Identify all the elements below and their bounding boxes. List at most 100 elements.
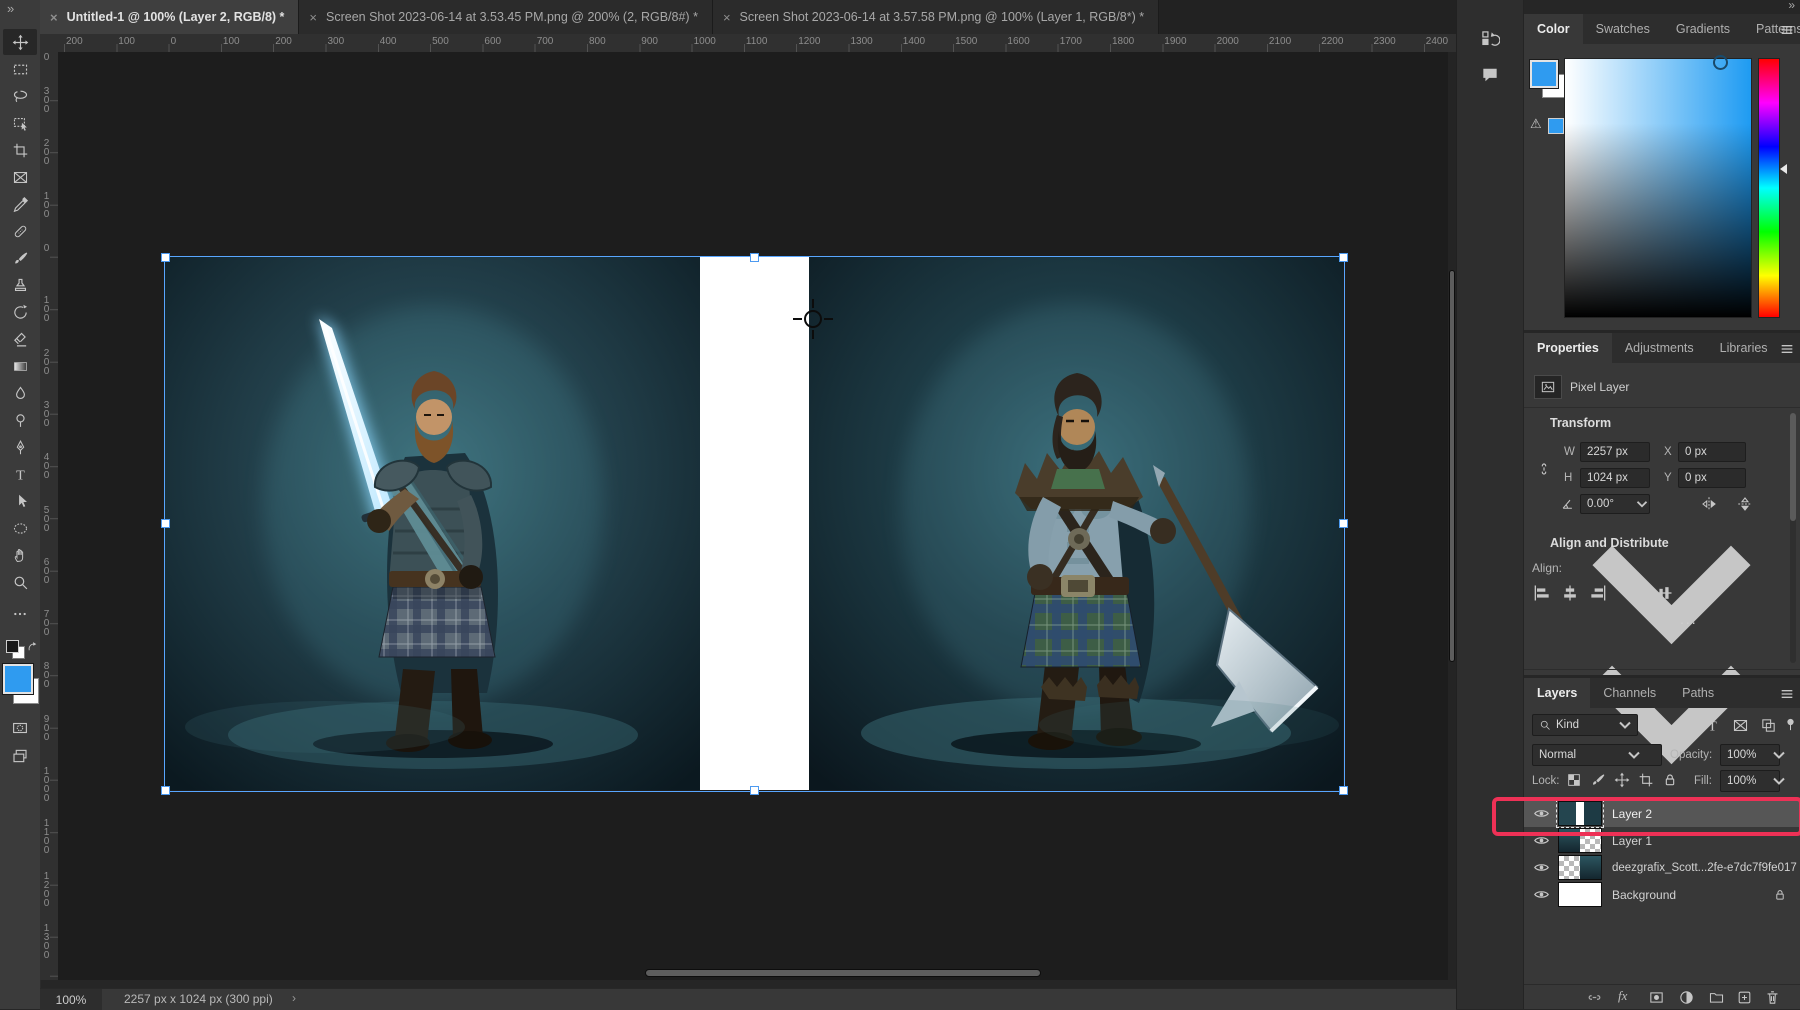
- layer-row-deezgrafix[interactable]: deezgrafix_Scott...2fe-e7dc7f9fe017: [1524, 854, 1800, 881]
- zoom-tool[interactable]: [3, 569, 37, 595]
- align-center-vertical-icon[interactable]: [1654, 583, 1674, 603]
- selection-handle-bottom-center[interactable]: [750, 786, 759, 795]
- layer-thumbnail[interactable]: [1558, 882, 1602, 907]
- align-top-icon[interactable]: [1626, 583, 1646, 603]
- crop-tool[interactable]: [3, 137, 37, 163]
- hue-slider-marker[interactable]: [1780, 164, 1787, 174]
- lock-all-icon[interactable]: [1662, 772, 1678, 788]
- tab-swatches[interactable]: Swatches: [1583, 14, 1663, 44]
- lock-image-icon[interactable]: [1590, 772, 1606, 788]
- flip-horizontal-icon[interactable]: [1700, 495, 1718, 513]
- new-layer-icon[interactable]: [1736, 989, 1753, 1006]
- object-selection-tool[interactable]: [3, 110, 37, 136]
- layer-name[interactable]: Layer 1: [1612, 834, 1800, 848]
- new-adjustment-layer-icon[interactable]: [1678, 989, 1695, 1006]
- type-tool[interactable]: [3, 461, 37, 487]
- link-layers-icon[interactable]: [1586, 989, 1603, 1006]
- history-brush-tool[interactable]: [3, 299, 37, 325]
- filter-type-layers-icon[interactable]: [1704, 717, 1721, 734]
- visibility-eye-icon[interactable]: [1524, 807, 1558, 820]
- transform-section-header[interactable]: Transform: [1550, 416, 1611, 430]
- filter-pixel-layers-icon[interactable]: [1648, 717, 1665, 734]
- align-more-options[interactable]: ...: [1680, 611, 1698, 627]
- filter-shape-layers-icon[interactable]: [1732, 717, 1749, 734]
- zoom-level-field[interactable]: 100%: [40, 989, 102, 1010]
- align-section-header[interactable]: Align and Distribute: [1550, 536, 1669, 550]
- clone-stamp-tool[interactable]: [3, 272, 37, 298]
- filter-toggle-icon[interactable]: [1783, 715, 1798, 734]
- y-position-field[interactable]: 0 px: [1678, 468, 1746, 488]
- lock-artboard-icon[interactable]: [1638, 772, 1654, 788]
- layer-name[interactable]: deezgrafix_Scott...2fe-e7dc7f9fe017: [1612, 862, 1800, 874]
- collapse-toolbar-icon[interactable]: »: [7, 1, 14, 16]
- color-picker-ring[interactable]: [1713, 55, 1728, 70]
- move-tool[interactable]: [3, 29, 37, 55]
- tab-libraries[interactable]: Libraries: [1707, 333, 1781, 363]
- brush-tool[interactable]: [3, 245, 37, 271]
- align-center-horizontal-icon[interactable]: [1560, 583, 1580, 603]
- hand-tool[interactable]: [3, 542, 37, 568]
- close-icon[interactable]: ×: [723, 10, 731, 25]
- fill-field[interactable]: 100%: [1720, 770, 1780, 792]
- tab-paths[interactable]: Paths: [1669, 678, 1727, 708]
- layer-row-layer1[interactable]: Layer 1: [1524, 827, 1800, 854]
- tab-gradients[interactable]: Gradients: [1663, 14, 1743, 44]
- align-bottom-icon[interactable]: [1682, 583, 1702, 603]
- screen-mode-button[interactable]: [3, 743, 37, 769]
- path-selection-tool[interactable]: [3, 488, 37, 514]
- tab-layers[interactable]: Layers: [1524, 678, 1590, 708]
- layer-name[interactable]: Background: [1612, 888, 1773, 902]
- layer-row-background[interactable]: Background: [1524, 881, 1800, 908]
- eyedropper-tool[interactable]: [3, 191, 37, 217]
- tab-color[interactable]: Color: [1524, 14, 1583, 44]
- selection-handle-middle-right[interactable]: [1339, 519, 1348, 528]
- gamut-color-swatch[interactable]: [1548, 118, 1564, 134]
- blend-mode-dropdown[interactable]: Normal: [1532, 744, 1662, 766]
- layer-style-fx-icon[interactable]: fx: [1618, 988, 1627, 1004]
- marquee-tool[interactable]: [3, 56, 37, 82]
- canvas-area[interactable]: [58, 52, 1448, 980]
- foreground-color-swatch[interactable]: [3, 664, 33, 694]
- height-field[interactable]: 1024 px: [1580, 468, 1650, 488]
- selection-handle-top-right[interactable]: [1339, 253, 1348, 262]
- panel-menu-icon[interactable]: [1779, 21, 1795, 37]
- tab-adjustments[interactable]: Adjustments: [1612, 333, 1707, 363]
- selection-handle-top-left[interactable]: [161, 253, 170, 262]
- vertical-scrollbar-thumb[interactable]: [1449, 270, 1455, 662]
- pen-tool[interactable]: [3, 434, 37, 460]
- hue-slider[interactable]: [1758, 58, 1780, 318]
- blur-tool[interactable]: [3, 380, 37, 406]
- visibility-eye-icon[interactable]: [1524, 861, 1558, 874]
- lasso-tool[interactable]: [3, 83, 37, 109]
- document-tab[interactable]: × Screen Shot 2023-06-14 at 3.53.45 PM.p…: [299, 0, 713, 34]
- swap-colors-icon[interactable]: [26, 638, 39, 651]
- close-icon[interactable]: ×: [50, 10, 58, 25]
- status-chevron-icon[interactable]: ›: [292, 991, 296, 1005]
- flip-vertical-icon[interactable]: [1736, 495, 1754, 513]
- saturation-brightness-field[interactable]: [1564, 58, 1752, 318]
- gradient-tool[interactable]: [3, 353, 37, 379]
- selection-handle-middle-left[interactable]: [161, 519, 170, 528]
- foreground-color-swatch[interactable]: [1530, 60, 1558, 88]
- opacity-field[interactable]: 100%: [1720, 744, 1780, 766]
- new-group-icon[interactable]: [1708, 989, 1725, 1006]
- layer-name[interactable]: Layer 2: [1612, 807, 1800, 821]
- selection-handle-bottom-left[interactable]: [161, 786, 170, 795]
- comments-panel-icon[interactable]: [1475, 60, 1505, 90]
- link-dimensions-icon[interactable]: [1536, 451, 1552, 487]
- healing-brush-tool[interactable]: [3, 218, 37, 244]
- close-icon[interactable]: ×: [309, 10, 317, 25]
- shape-tool[interactable]: [3, 515, 37, 541]
- layer-filter-kind-dropdown[interactable]: Kind: [1532, 714, 1638, 736]
- width-field[interactable]: 2257 px: [1580, 442, 1650, 462]
- add-layer-mask-icon[interactable]: [1648, 989, 1665, 1006]
- rotation-angle-dropdown[interactable]: 0.00°: [1580, 494, 1650, 514]
- layer-thumbnail[interactable]: [1558, 801, 1602, 826]
- document-tab[interactable]: × Untitled-1 @ 100% (Layer 2, RGB/8) *: [40, 0, 299, 34]
- delete-layer-icon[interactable]: [1764, 989, 1781, 1006]
- tab-channels[interactable]: Channels: [1590, 678, 1669, 708]
- lock-transparency-icon[interactable]: [1566, 772, 1582, 788]
- properties-scrollbar-thumb[interactable]: [1790, 413, 1796, 521]
- collapse-panels-icon[interactable]: »: [1788, 0, 1795, 12]
- quick-mask-button[interactable]: [3, 715, 37, 741]
